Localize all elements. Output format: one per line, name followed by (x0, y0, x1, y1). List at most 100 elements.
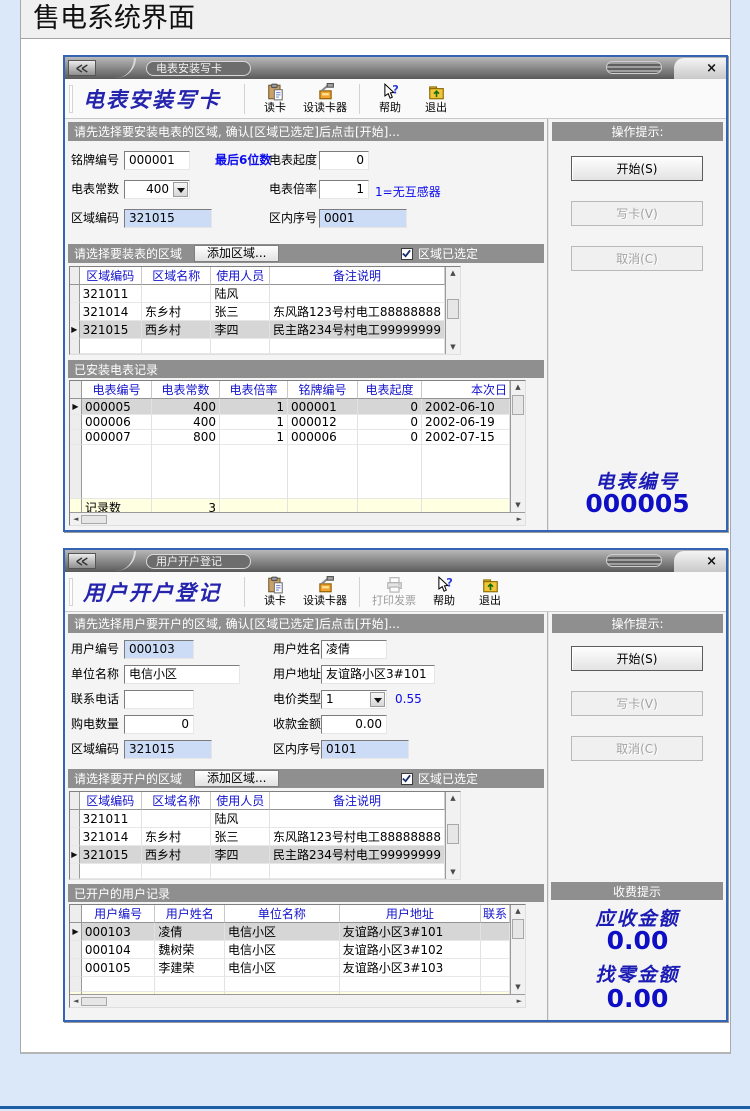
qty-input[interactable]: 0 (124, 715, 194, 734)
nameplate-label: 铭牌编号 (71, 151, 119, 170)
set-reader-button[interactable]: 设读卡器 (303, 576, 347, 608)
table-row[interactable]: 000105李建荣 电信小区友谊路小区3#103 (70, 959, 510, 977)
scroll-up-icon[interactable]: ▲ (446, 795, 460, 802)
area-selected-checkbox[interactable]: 区域已选定 (401, 245, 478, 262)
scroll-down-icon[interactable]: ▼ (446, 869, 460, 876)
add-area-button[interactable]: 添加区域... (194, 770, 279, 787)
scrollbar-thumb[interactable] (447, 824, 459, 844)
checkbox-checked-icon[interactable] (401, 248, 413, 260)
amount-due-value: 0.00 (549, 928, 726, 953)
scroll-down-icon[interactable]: ▼ (511, 984, 525, 991)
address-input[interactable]: 友谊路小区3#101 (321, 665, 435, 684)
vertical-scrollbar[interactable]: ▲ ▼ (510, 381, 525, 512)
clipboard-icon (266, 576, 285, 594)
table-row-selected[interactable]: ▶ 000005400 1000001 02002-06-10 (70, 399, 510, 415)
set-reader-button[interactable]: 设读卡器 (303, 83, 347, 115)
scroll-up-icon[interactable]: ▲ (511, 908, 525, 915)
price-type-value: 1 (326, 692, 334, 706)
unit-name-label: 单位名称 (71, 665, 119, 684)
help-button[interactable]: ? 帮助 (426, 576, 462, 608)
dropdown-button[interactable] (370, 692, 385, 707)
table-row[interactable]: 321014东乡村 张三东风路123号村电工88888888 (70, 303, 445, 321)
vertical-scrollbar[interactable]: ▲ ▼ (445, 267, 460, 354)
table-row-selected[interactable]: ▶ 000103凌倩 电信小区友谊路小区3#101 (70, 923, 510, 941)
table-row-selected[interactable]: ▶ 321015西乡村 李四民主路234号村电工99999999 (70, 321, 445, 339)
user-name-input[interactable]: 凌倩 (321, 640, 387, 659)
horizontal-scrollbar[interactable]: ◄ ► (70, 994, 525, 1007)
empty-row (70, 977, 510, 992)
table-row[interactable]: 321011 陆风 (70, 810, 445, 828)
start-button[interactable]: 开始(S) (571, 646, 703, 671)
start-reading-input[interactable]: 0 (319, 151, 369, 170)
read-card-button[interactable]: 读卡 (257, 576, 293, 608)
titlebar[interactable]: 电表安装写卡 × (65, 57, 726, 79)
amount-input[interactable]: 0.00 (321, 715, 387, 734)
right-pane: 操作提示: 开始(S) 写卡(V) 取消(C) 电表编号 000005 (549, 119, 726, 530)
meter-number-value: 000005 (549, 491, 726, 516)
table-row-selected[interactable]: ▶ 321015西乡村 李四民主路234号村电工99999999 (70, 846, 445, 864)
table-row[interactable]: 000007800 1000006 02002-07-15 (70, 430, 510, 445)
nameplate-input[interactable]: 000001 (124, 151, 190, 170)
meters-table: 电表编号电表常数 电表倍率铭牌编号 电表起度本次日 ▶ 000005400 10… (70, 381, 510, 512)
users-table: 用户编号用户姓名 单位名称用户地址 联系 ▶ 000103凌倩 电信小区友谊路小… (70, 905, 510, 994)
checkbox-checked-icon[interactable] (401, 773, 413, 785)
table-row[interactable]: 321014东乡村 张三东风路123号村电工88888888 (70, 828, 445, 846)
table-row[interactable]: 000104魏树荣 电信小区友谊路小区3#102 (70, 941, 510, 959)
table-row[interactable]: 000006400 1000012 02002-06-19 (70, 415, 510, 430)
scroll-right-icon[interactable]: ► (517, 516, 522, 523)
prompt-text: 请先选择用户要开户的区域, 确认[区域已选定]后点击[开始]... (74, 615, 400, 632)
titlebar-swoosh (102, 551, 136, 571)
titlebar-grip (606, 61, 662, 74)
unit-name-input[interactable]: 电信小区 (124, 665, 240, 684)
ratio-input[interactable]: 1 (319, 180, 369, 199)
page-bottom-rule (0, 1106, 750, 1109)
scroll-up-icon[interactable]: ▲ (511, 384, 525, 391)
user-no-input[interactable]: 000103 (124, 640, 194, 659)
serial-input[interactable]: 0001 (319, 209, 407, 228)
users-section-title: 已开户的用户记录 (74, 885, 170, 902)
close-icon[interactable]: × (706, 555, 717, 568)
scroll-down-icon[interactable]: ▼ (446, 344, 460, 351)
area-selected-checkbox[interactable]: 区域已选定 (401, 770, 478, 787)
scroll-up-icon[interactable]: ▲ (446, 270, 460, 277)
scrollbar-thumb[interactable] (81, 997, 107, 1006)
table-row[interactable]: 321011 陆风 (70, 285, 445, 303)
add-area-button[interactable]: 添加区域... (194, 245, 279, 262)
start-button[interactable]: 开始(S) (571, 156, 703, 181)
titlebar-grip (606, 554, 662, 567)
scrollbar-thumb[interactable] (81, 515, 107, 524)
scrollbar-thumb[interactable] (512, 395, 524, 415)
vertical-scrollbar[interactable]: ▲ ▼ (445, 792, 460, 879)
help-cursor-icon: ? (381, 83, 400, 101)
print-invoice-button: 打印发票 (372, 576, 416, 608)
constant-combobox[interactable]: 400 (124, 180, 190, 199)
help-button[interactable]: ? 帮助 (372, 83, 408, 115)
scroll-left-icon[interactable]: ◄ (73, 998, 78, 1005)
constant-value: 400 (146, 182, 169, 196)
phone-input[interactable] (124, 690, 194, 709)
scrollbar-thumb[interactable] (512, 919, 524, 939)
scroll-down-icon[interactable]: ▼ (511, 502, 525, 509)
titlebar[interactable]: 用户开户登记 × (65, 550, 726, 572)
vertical-scrollbar[interactable]: ▲ ▼ (510, 905, 525, 994)
area-code-input[interactable]: 321015 (124, 740, 212, 759)
cancel-button: 取消(C) (571, 246, 703, 271)
scroll-right-icon[interactable]: ► (517, 998, 522, 1005)
serial-input[interactable]: 0101 (321, 740, 409, 759)
exit-button[interactable]: 退出 (472, 576, 508, 608)
record-count-value: 3 (152, 499, 220, 512)
scrollbar-thumb[interactable] (447, 299, 459, 319)
exit-button[interactable]: 退出 (418, 83, 454, 115)
start-reading-label: 电表起度 (269, 151, 317, 170)
scroll-left-icon[interactable]: ◄ (73, 516, 78, 523)
area-code-input[interactable]: 321015 (124, 209, 212, 228)
close-icon[interactable]: × (706, 62, 717, 75)
prompt-bar: 请先选择要安装电表的区域, 确认[区域已选定]后点击[开始]... (68, 122, 544, 141)
price-type-combobox[interactable]: 1 (321, 690, 387, 709)
phone-label: 联系电话 (71, 690, 119, 709)
dropdown-button[interactable] (173, 182, 188, 197)
read-card-button[interactable]: 读卡 (257, 83, 293, 115)
user-name-label: 用户姓名 (273, 640, 321, 659)
horizontal-scrollbar[interactable]: ◄ ► (70, 512, 525, 525)
row-pointer-icon: ▶ (70, 399, 82, 415)
